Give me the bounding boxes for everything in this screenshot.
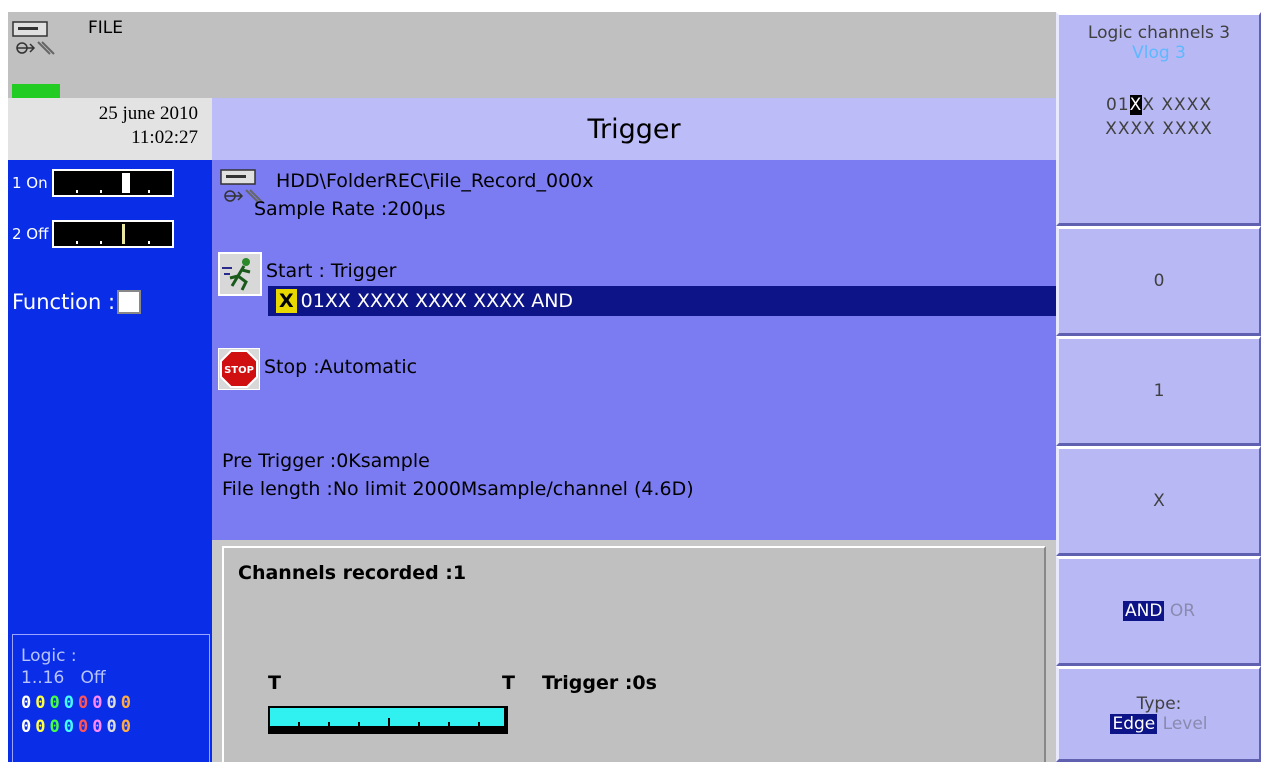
- channel-2-label: 2 Off: [12, 225, 49, 243]
- logic-bit: 0: [106, 717, 117, 737]
- pre-trigger[interactable]: Pre Trigger :0Ksample: [222, 450, 430, 472]
- logic-bit: 0: [120, 693, 131, 713]
- logic-bit: 0: [78, 717, 89, 737]
- pattern-cursor: X: [1129, 95, 1143, 115]
- or-option: OR: [1169, 601, 1196, 621]
- logic-channels-key[interactable]: Logic channels 3 Vlog 3 01XX XXXX XXXX X…: [1056, 12, 1261, 226]
- logic-bit: 0: [63, 717, 74, 737]
- runner-icon[interactable]: [218, 252, 262, 296]
- date-time: 25 june 2010 11:02:27: [8, 98, 212, 160]
- edge-option: Edge: [1110, 714, 1158, 734]
- trigger-condition-row[interactable]: X 01XX XXXX XXXX XXXX AND: [268, 286, 1056, 316]
- logic-channels-title: Logic channels 3: [1087, 23, 1231, 43]
- trigger-panel: HDD\FolderREC\File_Record_000x Sample Ra…: [212, 160, 1056, 540]
- logic-range-line: 1..16 Off: [21, 667, 209, 689]
- channel-sidebar: 1 On 2 Off Function : Logic : 1..16 Off …: [8, 160, 212, 762]
- trigger-marker-right: T: [502, 672, 515, 694]
- level-option: Level: [1162, 714, 1208, 734]
- logic-bit: 0: [106, 693, 117, 713]
- channel-2-row[interactable]: 2 Off: [12, 220, 175, 248]
- condition-cursor: X: [276, 289, 297, 313]
- trigger-time: Trigger :0s: [542, 672, 657, 694]
- pattern-prefix: 01: [1106, 95, 1130, 115]
- logic-bit: 0: [92, 693, 103, 713]
- logic-range: 1..16: [21, 668, 65, 688]
- function-checkbox[interactable]: [117, 290, 142, 314]
- set-0-key[interactable]: 0: [1056, 226, 1261, 336]
- trigger-marker-left: T: [268, 672, 281, 694]
- logic-title: Logic :: [21, 646, 77, 666]
- logic-bits-row-2: 00000000: [21, 717, 209, 737]
- logic-bit: 0: [49, 717, 60, 737]
- logic-bits-row-1: 00000000: [21, 693, 209, 713]
- sample-rate[interactable]: Sample Rate :200µs: [254, 198, 446, 220]
- logic-bit: 0: [120, 717, 131, 737]
- stop-setting[interactable]: Stop :Automatic: [264, 356, 417, 378]
- key-0-label: 0: [1153, 271, 1165, 291]
- device-status: FILE: [8, 12, 212, 98]
- channel-1-row[interactable]: 1 On: [12, 169, 174, 197]
- set-1-key[interactable]: 1: [1056, 336, 1261, 446]
- logic-panel[interactable]: Logic : 1..16 Off 00000000 00000000: [12, 634, 210, 762]
- logic-bit: 0: [63, 693, 74, 713]
- logic-state: Off: [80, 668, 106, 688]
- top-bar: [212, 12, 1056, 98]
- start-setting[interactable]: Start : Trigger: [266, 260, 396, 282]
- trigger-condition: 01XX XXXX XXXX XXXX AND: [300, 290, 574, 312]
- vlog-label: Vlog 3: [1132, 43, 1186, 63]
- pattern-suffix: X XXXX: [1142, 95, 1212, 115]
- hdd-usb-icon: [12, 21, 55, 55]
- logic-bit: 0: [21, 717, 32, 737]
- set-x-key[interactable]: X: [1056, 446, 1261, 556]
- pattern-line-2: XXXX XXXX: [1105, 119, 1213, 139]
- channel-1-gauge: [51, 169, 174, 197]
- file-length[interactable]: File length :No limit 2000Msample/channe…: [222, 478, 694, 500]
- time-text: 11:02:27: [131, 127, 198, 148]
- key-1-label: 1: [1153, 381, 1165, 401]
- stop-sign-icon[interactable]: STOP: [218, 348, 260, 390]
- function-label: Function :: [12, 290, 116, 314]
- channels-recorded: Channels recorded :1: [238, 562, 467, 584]
- svg-text:STOP: STOP: [224, 365, 254, 376]
- file-path[interactable]: HDD\FolderREC\File_Record_000x: [276, 170, 594, 192]
- function-row[interactable]: Function :: [12, 290, 142, 314]
- and-or-key[interactable]: AND OR: [1056, 556, 1261, 666]
- channel-1-label: 1 On: [12, 174, 48, 192]
- record-timeline-bar: [268, 706, 508, 734]
- key-x-label: X: [1153, 491, 1165, 511]
- date-text: 25 june 2010: [98, 103, 198, 124]
- record-panel: Channels recorded :1 T T Trigger :0s: [212, 540, 1056, 762]
- file-mode-label: FILE: [88, 18, 124, 38]
- logic-bit: 0: [49, 693, 60, 713]
- logic-bit: 0: [78, 693, 89, 713]
- logic-bit: 0: [21, 693, 32, 713]
- channel-2-gauge: [52, 220, 175, 248]
- logic-pattern: 01XX XXXX XXXX XXXX: [1059, 93, 1259, 141]
- type-label: Type:: [1136, 694, 1182, 714]
- page-title: Trigger: [212, 98, 1056, 160]
- logic-bit: 0: [35, 693, 46, 713]
- type-key[interactable]: Type: Edge Level: [1056, 666, 1261, 762]
- logic-bit: 0: [92, 717, 103, 737]
- logic-bit: 0: [35, 717, 46, 737]
- status-led: [12, 84, 60, 98]
- and-option: AND: [1122, 601, 1165, 621]
